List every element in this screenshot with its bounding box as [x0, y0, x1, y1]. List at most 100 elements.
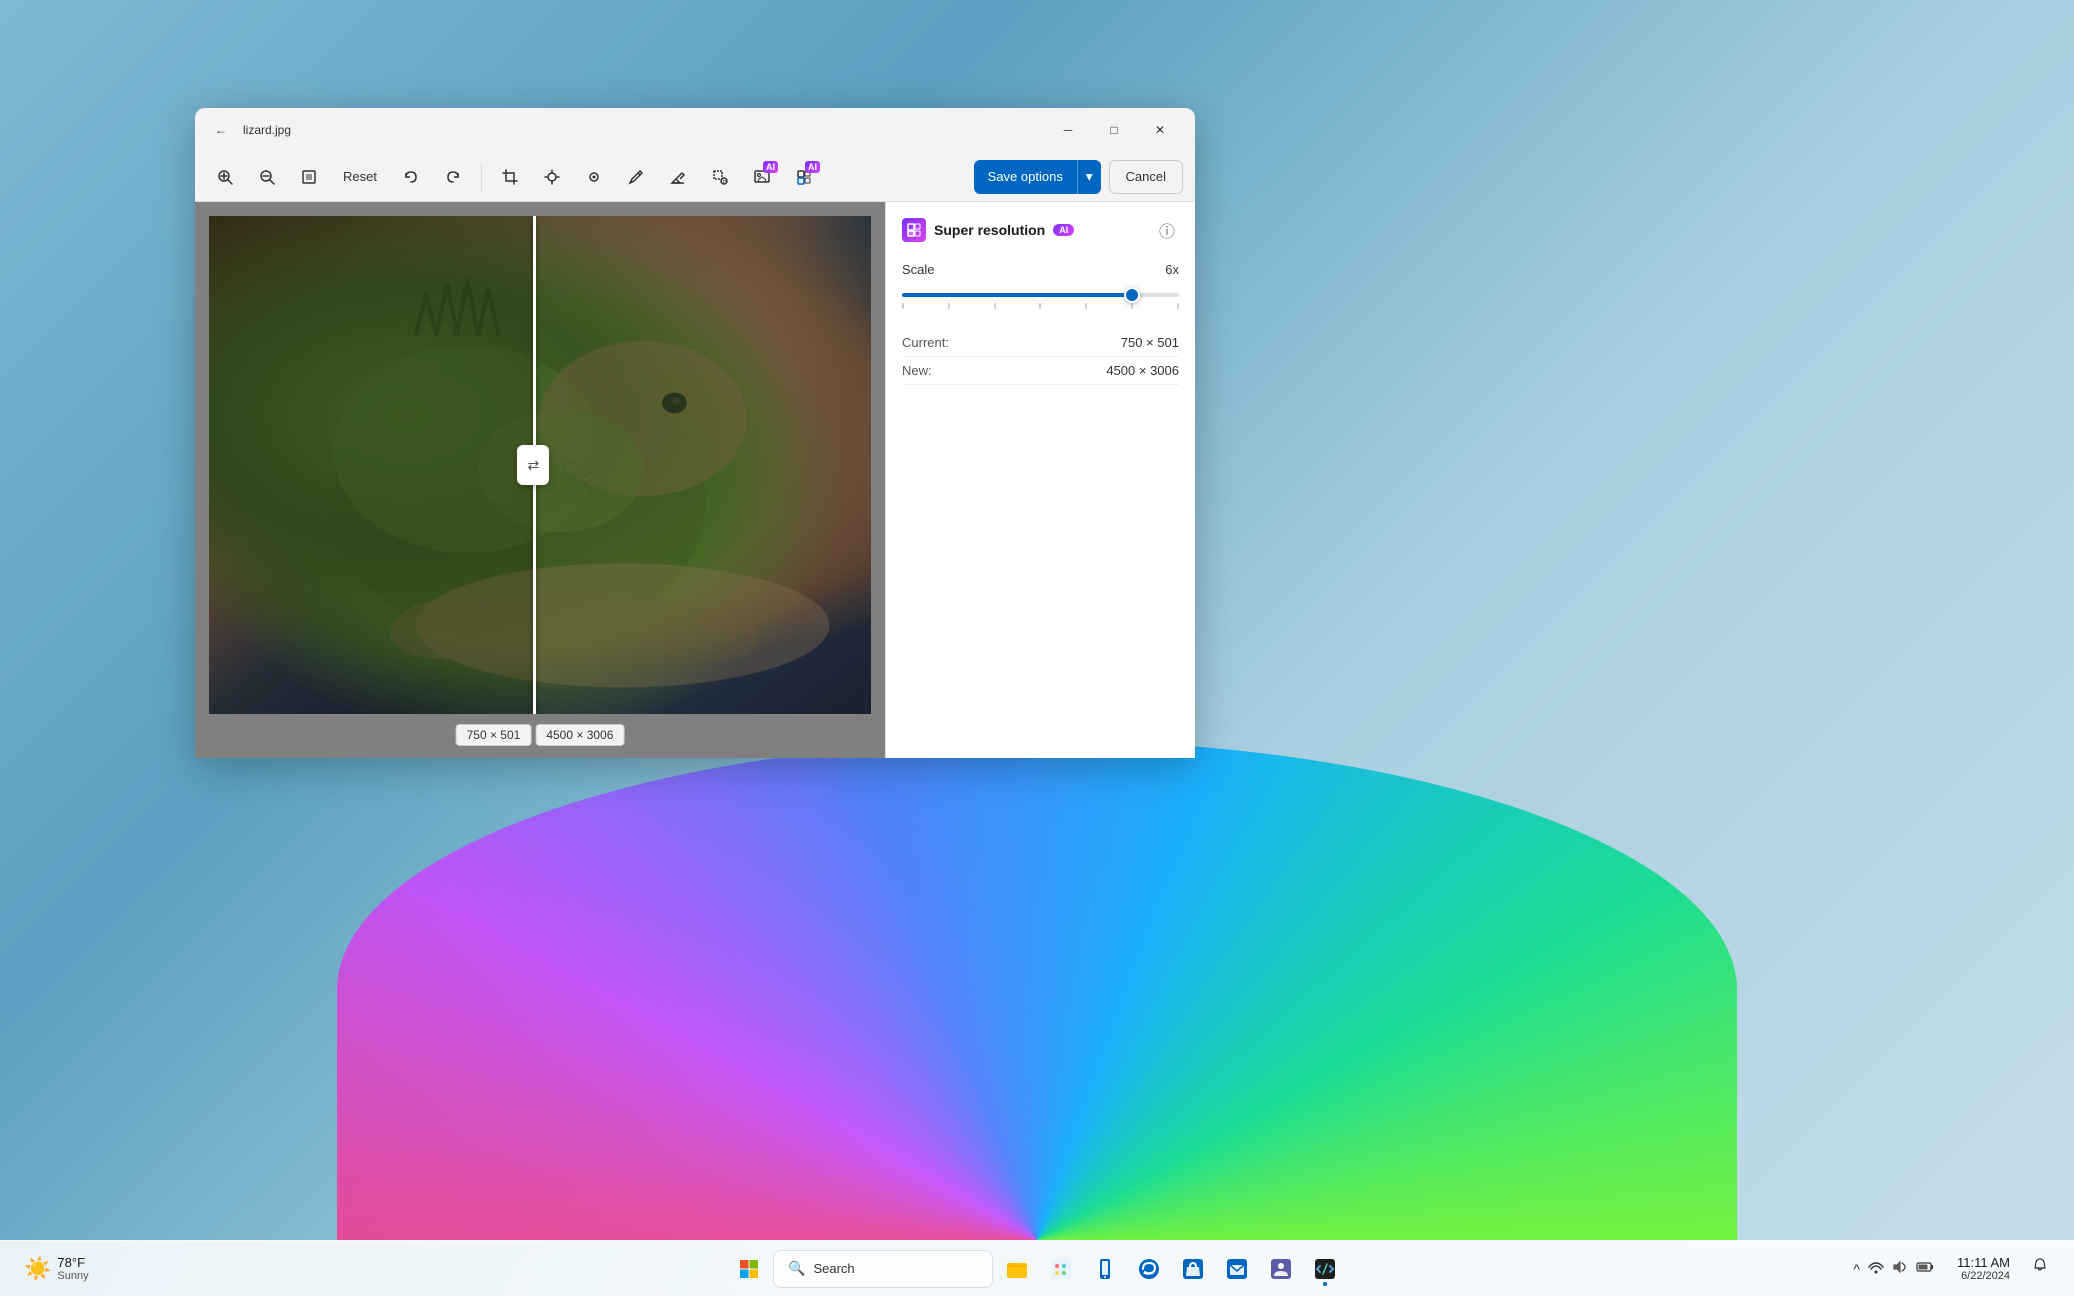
cancel-button[interactable]: Cancel [1109, 160, 1183, 194]
super-resolution-panel: Super resolution AI ⓘ Scale 6x [885, 202, 1195, 758]
store-icon [1182, 1258, 1204, 1280]
tick-5 [1085, 303, 1087, 309]
maximize-button[interactable]: □ [1091, 114, 1137, 146]
taskbar-phone-link[interactable] [1085, 1249, 1125, 1289]
panel-title: Super resolution [934, 222, 1045, 238]
zoom-in-button[interactable] [207, 159, 243, 195]
taskbar-devtools[interactable] [1305, 1249, 1345, 1289]
taskbar-left: ☀️ 78°F Sunny [16, 1251, 97, 1286]
edge-icon [1138, 1258, 1160, 1280]
phone-icon [1094, 1258, 1116, 1280]
ai-super-res-button[interactable]: AI [786, 159, 822, 195]
main-content: ⇄ 750 × 501 4500 × 3006 [195, 202, 1195, 758]
clock-widget[interactable]: 11:11 AM 6/22/2024 [1949, 1251, 2018, 1286]
ai-generative-button[interactable]: AI [744, 159, 780, 195]
taskbar-teams[interactable] [1261, 1249, 1301, 1289]
paint-icon [1050, 1258, 1072, 1280]
ai-badge-1: AI [763, 161, 778, 173]
tray-chevron-icon: ^ [1850, 1261, 1863, 1277]
tick-7 [1177, 303, 1179, 309]
toolbar-right: Save options ▾ Cancel [974, 160, 1183, 194]
save-options-button[interactable]: Save options [974, 160, 1077, 194]
weather-desc: Sunny [57, 1270, 88, 1282]
start-button[interactable] [729, 1249, 769, 1289]
canvas-area: ⇄ 750 × 501 4500 × 3006 [195, 202, 885, 758]
save-options-group: Save options ▾ [974, 160, 1101, 194]
system-tray[interactable]: ^ [1842, 1255, 1945, 1282]
search-bar[interactable]: 🔍 Search [773, 1250, 993, 1288]
split-right-panel [533, 216, 871, 714]
crop-button[interactable] [492, 159, 528, 195]
tick-3 [994, 303, 996, 309]
new-size-row: New: 4500 × 3006 [902, 357, 1179, 385]
volume-icon [1889, 1259, 1911, 1278]
taskbar: ☀️ 78°F Sunny 🔍 Search [0, 1240, 2074, 1296]
weather-icon: ☀️ [24, 1256, 51, 1282]
tick-4 [1039, 303, 1041, 309]
draw-button[interactable] [618, 159, 654, 195]
canvas-labels: 750 × 501 4500 × 3006 [456, 724, 625, 746]
info-button[interactable]: ⓘ [1155, 218, 1179, 242]
clock-date: 6/22/2024 [1961, 1270, 2010, 1282]
erase-button[interactable] [660, 159, 696, 195]
zoom-out-button[interactable] [249, 159, 285, 195]
redo-button[interactable] [435, 159, 471, 195]
close-button[interactable]: ✕ [1137, 114, 1183, 146]
slider-fill [902, 293, 1132, 297]
teams-icon [1270, 1258, 1292, 1280]
notification-button[interactable] [2022, 1251, 2058, 1287]
search-icon: 🔍 [788, 1260, 805, 1277]
file-explorer-icon [1006, 1258, 1028, 1280]
new-label: New: [902, 363, 932, 378]
window-title: lizard.jpg [243, 123, 291, 137]
split-handle[interactable]: ⇄ [517, 445, 549, 485]
scale-value: 6x [1165, 262, 1179, 277]
taskbar-mail[interactable] [1217, 1249, 1257, 1289]
taskbar-paint[interactable] [1041, 1249, 1081, 1289]
slider-thumb[interactable] [1124, 287, 1140, 303]
taskbar-edge[interactable] [1129, 1249, 1169, 1289]
weather-info: 78°F Sunny [57, 1255, 88, 1282]
notification-icon [2032, 1258, 2048, 1274]
mail-icon [1226, 1258, 1248, 1280]
background-swirl [337, 740, 1737, 1240]
current-value: 750 × 501 [1121, 335, 1179, 350]
title-bar: ← lizard.jpg ─ □ ✕ [195, 108, 1195, 152]
panel-icon [902, 218, 926, 242]
windows-logo-icon [739, 1259, 759, 1279]
reset-button[interactable]: Reset [333, 159, 387, 195]
panel-header: Super resolution AI ⓘ [902, 218, 1179, 242]
toolbar: Reset [195, 152, 1195, 202]
window-controls: ─ □ ✕ [1045, 114, 1183, 146]
new-size-label: 4500 × 3006 [535, 724, 624, 746]
weather-temp: 78°F [57, 1255, 88, 1270]
tick-1 [902, 303, 904, 309]
exposure-button[interactable] [534, 159, 570, 195]
panel-ai-badge: AI [1053, 224, 1074, 236]
spot-heal-button[interactable] [576, 159, 612, 195]
tick-6 [1131, 303, 1133, 309]
image-container: ⇄ [209, 216, 871, 714]
fit-button[interactable] [291, 159, 327, 195]
scale-row: Scale 6x [902, 262, 1179, 277]
image-wrapper: ⇄ [209, 216, 871, 714]
slider-track[interactable] [902, 293, 1179, 297]
original-size-label: 750 × 501 [456, 724, 532, 746]
taskbar-store[interactable] [1173, 1249, 1213, 1289]
back-button[interactable]: ← [207, 116, 235, 144]
undo-button[interactable] [393, 159, 429, 195]
selection-button[interactable] [702, 159, 738, 195]
toolbar-divider [481, 163, 482, 191]
scale-slider-container [902, 287, 1179, 309]
new-value: 4500 × 3006 [1106, 363, 1179, 378]
taskbar-file-explorer[interactable] [997, 1249, 1037, 1289]
current-size-row: Current: 750 × 501 [902, 329, 1179, 357]
ai-badge-2: AI [805, 161, 820, 173]
taskbar-center: 🔍 Search [729, 1249, 1345, 1289]
tick-2 [948, 303, 950, 309]
minimize-button[interactable]: ─ [1045, 114, 1091, 146]
weather-widget[interactable]: ☀️ 78°F Sunny [16, 1251, 97, 1286]
title-bar-left: ← lizard.jpg [207, 116, 291, 144]
scale-label: Scale [902, 262, 935, 277]
save-dropdown-button[interactable]: ▾ [1077, 160, 1101, 194]
